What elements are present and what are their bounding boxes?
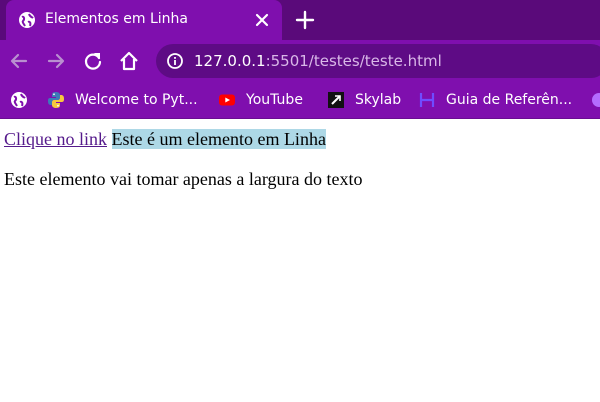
clique-link[interactable]: Clique no link bbox=[4, 129, 107, 149]
bookmark-label: Skylab bbox=[355, 92, 402, 108]
bookmark-guia-de-referencia[interactable]: Guia de Referên... bbox=[418, 89, 572, 111]
home-icon[interactable] bbox=[118, 50, 140, 72]
bookmark-youtube[interactable]: YouTube bbox=[218, 89, 303, 111]
new-tab-plus-icon[interactable] bbox=[294, 9, 316, 31]
bookmark-python[interactable]: Welcome to Pyt... bbox=[47, 89, 198, 111]
globe-icon bbox=[11, 92, 27, 108]
paragraph: Este elemento vai tomar apenas a largura… bbox=[4, 169, 363, 189]
skylab-icon bbox=[328, 92, 344, 108]
youtube-icon bbox=[219, 94, 235, 106]
tab-title: Elementos em Linha bbox=[45, 11, 188, 27]
inline-span-highlight: Este é um elemento em Linha bbox=[111, 129, 326, 149]
guia-icon bbox=[419, 93, 435, 107]
bookmark-label: YouTube bbox=[246, 92, 303, 108]
browser-window: Elementos em Linha 127.0.0.1:5501/testes… bbox=[0, 0, 600, 402]
toolbar: 127.0.0.1:5501/testes/teste.html bbox=[0, 40, 600, 82]
tab-strip: Elementos em Linha bbox=[0, 0, 600, 40]
close-icon[interactable] bbox=[253, 11, 271, 29]
globe-icon bbox=[19, 12, 35, 28]
reload-icon[interactable] bbox=[82, 50, 104, 72]
bookmark-label: Guia de Referên... bbox=[446, 92, 573, 108]
bookmark-skylab[interactable]: Skylab bbox=[327, 89, 401, 111]
python-icon bbox=[48, 92, 64, 108]
address-bar[interactable]: 127.0.0.1:5501/testes/teste.html bbox=[156, 44, 600, 78]
forward-arrow-icon[interactable] bbox=[45, 50, 67, 72]
bookmark-overflow[interactable] bbox=[590, 89, 600, 111]
info-icon[interactable] bbox=[166, 52, 184, 70]
url-host: 127.0.0.1 bbox=[194, 52, 266, 70]
inline-elements-line: Clique no link Este é um elemento em Lin… bbox=[4, 129, 326, 150]
bookmark-partial-icon bbox=[592, 93, 600, 107]
bookmarks-bar: Welcome to Pyt... YouTube Skylab Guia de… bbox=[0, 82, 600, 119]
tab-elementos-em-linha[interactable]: Elementos em Linha bbox=[6, 0, 282, 40]
back-arrow-icon[interactable] bbox=[8, 50, 30, 72]
bookmark-label: Welcome to Pyt... bbox=[75, 92, 198, 108]
url-path: :5501/testes/teste.html bbox=[265, 52, 442, 70]
url-text: 127.0.0.1:5501/testes/teste.html bbox=[194, 52, 442, 70]
bookmark-apps[interactable] bbox=[10, 89, 28, 111]
page-content: Clique no link Este é um elemento em Lin… bbox=[0, 119, 600, 402]
